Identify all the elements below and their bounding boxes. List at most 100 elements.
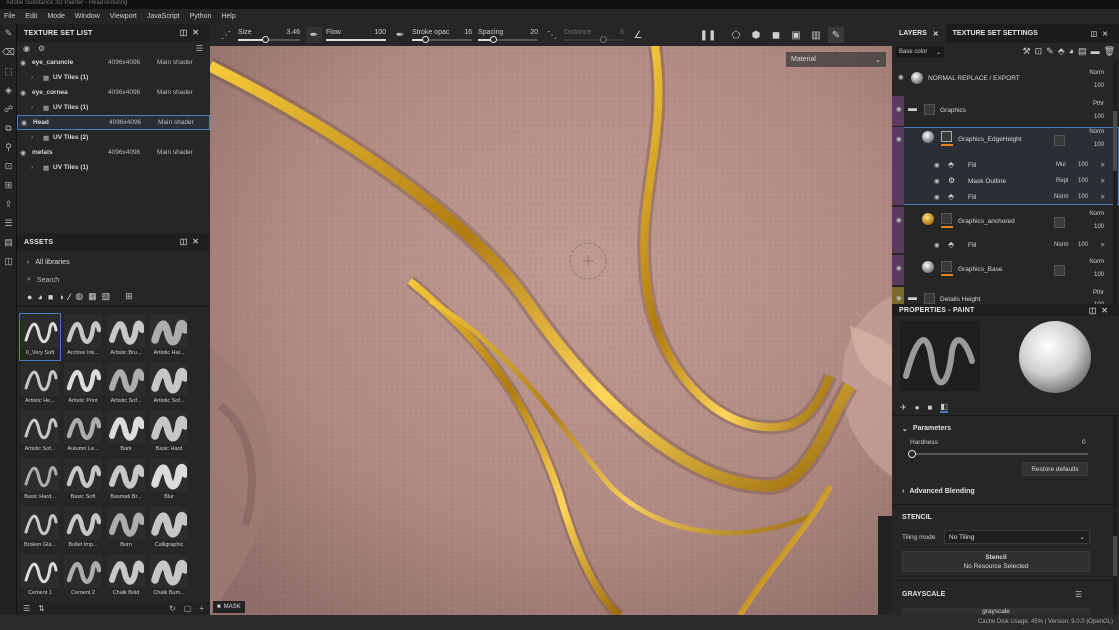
uv-tiles-row[interactable]: › ▦ UV Tiles (1) bbox=[17, 100, 210, 115]
shelf-icon[interactable]: ☰ bbox=[0, 214, 17, 233]
viewport-mode-select[interactable]: Material ⌄ bbox=[786, 52, 886, 67]
spacing-value[interactable]: 20 bbox=[530, 29, 538, 36]
layout-icon[interactable]: ▥ bbox=[808, 27, 824, 43]
asset-item[interactable]: Basic Hard... bbox=[20, 458, 60, 504]
effect-row[interactable]: ◉ ⬘ Fill Norm 100 ✕ bbox=[892, 237, 1119, 253]
stroke-value[interactable]: 16 bbox=[464, 29, 472, 36]
flow-slider[interactable]: Flow 100 bbox=[326, 24, 386, 46]
remove-effect-icon[interactable]: ✕ bbox=[1100, 193, 1105, 201]
document-icon[interactable]: ▤ bbox=[0, 233, 17, 252]
eye-icon[interactable]: ◉ bbox=[934, 161, 940, 169]
refresh-icon[interactable]: ↻ bbox=[169, 604, 176, 613]
restore-defaults-button[interactable]: Restore defaults bbox=[1022, 462, 1088, 476]
layer-row[interactable]: ◉ Graphics_Base Norm 100 bbox=[892, 255, 1119, 285]
viewport-3d[interactable]: Material ⌄ ■ MASK bbox=[210, 46, 892, 615]
eye-icon[interactable]: ◉ bbox=[934, 241, 940, 249]
asset-item[interactable]: Cement 1 bbox=[20, 554, 60, 600]
stroke-opacity-slider[interactable]: Stroke opac 16 bbox=[412, 24, 472, 46]
quick-mask-icon[interactable]: ⊡ bbox=[0, 157, 17, 176]
eye-icon[interactable]: ◉ bbox=[896, 264, 902, 272]
effect-row[interactable]: ◉ ⬘ Fill Mul 100 ✕ bbox=[892, 157, 1119, 173]
asset-item[interactable]: Artistic Hai... bbox=[149, 314, 189, 360]
texture-set-shader[interactable]: Main shader bbox=[158, 119, 194, 126]
visibility-icon[interactable]: ◉ bbox=[23, 44, 30, 53]
effect-row[interactable]: ◉ ⬘ Fill Norm 100 ✕ bbox=[892, 189, 1119, 205]
size-slider[interactable]: Size 3.46 bbox=[238, 24, 300, 46]
layer-blend[interactable]: Norm bbox=[1089, 70, 1104, 76]
remove-effect-icon[interactable]: ✕ bbox=[1100, 241, 1105, 249]
remove-effect-icon[interactable]: ✕ bbox=[1100, 177, 1105, 185]
layer-opacity[interactable]: 100 bbox=[1094, 83, 1104, 89]
tiling-select[interactable]: No Tiling ⌄ bbox=[944, 530, 1090, 544]
smart-material-filter-icon[interactable]: ◕ bbox=[37, 292, 42, 302]
pen-pressure-icon[interactable]: ✒ bbox=[306, 27, 322, 43]
library-row[interactable]: › All libraries bbox=[17, 251, 210, 273]
asset-item[interactable]: Cement 2 bbox=[63, 554, 103, 600]
add-group-icon[interactable]: ▤ bbox=[1078, 46, 1087, 57]
search-input[interactable]: Search bbox=[37, 277, 59, 284]
paint-brush-icon[interactable]: ✎ bbox=[0, 24, 17, 43]
bake-icon[interactable]: ⊞ bbox=[0, 176, 17, 195]
panel-controls-icon[interactable]: ◫✕ bbox=[180, 28, 204, 37]
asset-item[interactable]: Artistic He... bbox=[20, 362, 60, 408]
distance-slider[interactable]: Distance 8 bbox=[564, 24, 624, 46]
effect-blend[interactable]: Norm bbox=[1054, 194, 1069, 200]
asset-item[interactable]: Basmati Br... bbox=[106, 458, 146, 504]
mask-filter-icon[interactable]: ■ bbox=[48, 292, 53, 302]
effect-opacity[interactable]: 100 bbox=[1078, 162, 1088, 168]
add-smart-material-icon[interactable]: ◕ bbox=[1069, 46, 1074, 57]
layer-opacity[interactable]: 100 bbox=[1094, 272, 1104, 278]
asset-item[interactable]: Chalk Bold bbox=[106, 554, 146, 600]
texture-set-shader[interactable]: Main shader bbox=[157, 149, 193, 156]
menu-python[interactable]: Python bbox=[190, 13, 212, 20]
layer-row[interactable]: ◉ Graphics_anchored Norm 100 bbox=[892, 207, 1119, 237]
grayscale-button[interactable]: grayscale bbox=[902, 608, 1090, 615]
texture-set-row[interactable]: ◉ metals 4096x4096 Main shader bbox=[17, 145, 210, 160]
add-effect-icon[interactable]: ⚒ bbox=[1023, 46, 1031, 57]
layer-blend[interactable]: Norm bbox=[1089, 129, 1104, 135]
texture-set-shader[interactable]: Main shader bbox=[157, 59, 193, 66]
hardness-slider[interactable] bbox=[908, 450, 1088, 458]
tab-texture-set-settings[interactable]: TEXTURE SET SETTINGS bbox=[946, 24, 1045, 43]
menu-viewport[interactable]: Viewport bbox=[110, 13, 137, 20]
chevron-right-icon[interactable]: › bbox=[31, 164, 43, 171]
effect-row[interactable]: ◉ ⚙ Mask Outline Repl 100 ✕ bbox=[892, 173, 1119, 189]
alpha-tab-icon[interactable]: ● bbox=[915, 403, 920, 412]
layer-scrollbar[interactable] bbox=[1113, 61, 1117, 304]
layer-blend[interactable]: Pthr bbox=[1093, 290, 1104, 296]
spacing-slider[interactable]: Spacing 20 bbox=[478, 24, 538, 46]
clone-icon[interactable]: ⧉ bbox=[0, 119, 17, 138]
eye-icon[interactable]: ◉ bbox=[896, 216, 902, 224]
layer-folder-row[interactable]: ◉ ▬ Details Height Pthr 100 bbox=[892, 287, 1119, 304]
add-mask-icon[interactable]: ⊡ bbox=[1035, 46, 1043, 57]
asset-item[interactable]: Bullet Imp... bbox=[63, 506, 103, 552]
delete-icon[interactable]: 🗑 bbox=[1104, 46, 1115, 57]
asset-item[interactable]: Bark bbox=[106, 410, 146, 456]
export-icon[interactable]: ⇪ bbox=[0, 195, 17, 214]
asset-item[interactable]: Burn bbox=[106, 506, 146, 552]
eye-icon[interactable]: ◉ bbox=[20, 89, 32, 97]
render-icon[interactable]: ▣ bbox=[788, 27, 804, 43]
eraser-icon[interactable]: ⌫ bbox=[0, 43, 17, 62]
camera-icon[interactable]: ◼ bbox=[768, 27, 784, 43]
sort-icon[interactable]: ⇅ bbox=[38, 604, 45, 613]
asset-item[interactable]: Calligraphic bbox=[149, 506, 189, 552]
asset-item[interactable]: Archive Ink... bbox=[63, 314, 103, 360]
asset-item[interactable]: Artistic Sof... bbox=[149, 362, 189, 408]
texture-set-row-selected[interactable]: ◉ Head 4096x4096 Main shader bbox=[17, 115, 210, 130]
properties-scrollbar[interactable] bbox=[1113, 416, 1117, 615]
texture-set-row[interactable]: ◉ eye_cornea 4096x4096 Main shader bbox=[17, 85, 210, 100]
folder-icon[interactable]: ▢ bbox=[184, 604, 192, 613]
layer-blend[interactable]: Norm bbox=[1089, 211, 1104, 217]
stencil-tab-icon[interactable]: ■ bbox=[928, 403, 933, 412]
asset-item[interactable]: Autumn Le... bbox=[63, 410, 103, 456]
add-paint-layer-icon[interactable]: ✎ bbox=[1046, 46, 1054, 57]
asset-item[interactable]: Artistic Bru... bbox=[106, 314, 146, 360]
close-icon[interactable]: ✕ bbox=[933, 30, 939, 38]
menu-icon[interactable]: ☰ bbox=[196, 44, 203, 53]
layer-row-selected[interactable]: ◉ Graphics_EdgeHeight Norm 100 bbox=[892, 127, 1119, 157]
chevron-right-icon[interactable]: › bbox=[31, 104, 43, 111]
menu-help[interactable]: Help bbox=[221, 13, 235, 20]
add-fill-layer-icon[interactable]: ⬘ bbox=[1058, 46, 1065, 57]
remove-effect-icon[interactable]: ✕ bbox=[1100, 161, 1105, 169]
